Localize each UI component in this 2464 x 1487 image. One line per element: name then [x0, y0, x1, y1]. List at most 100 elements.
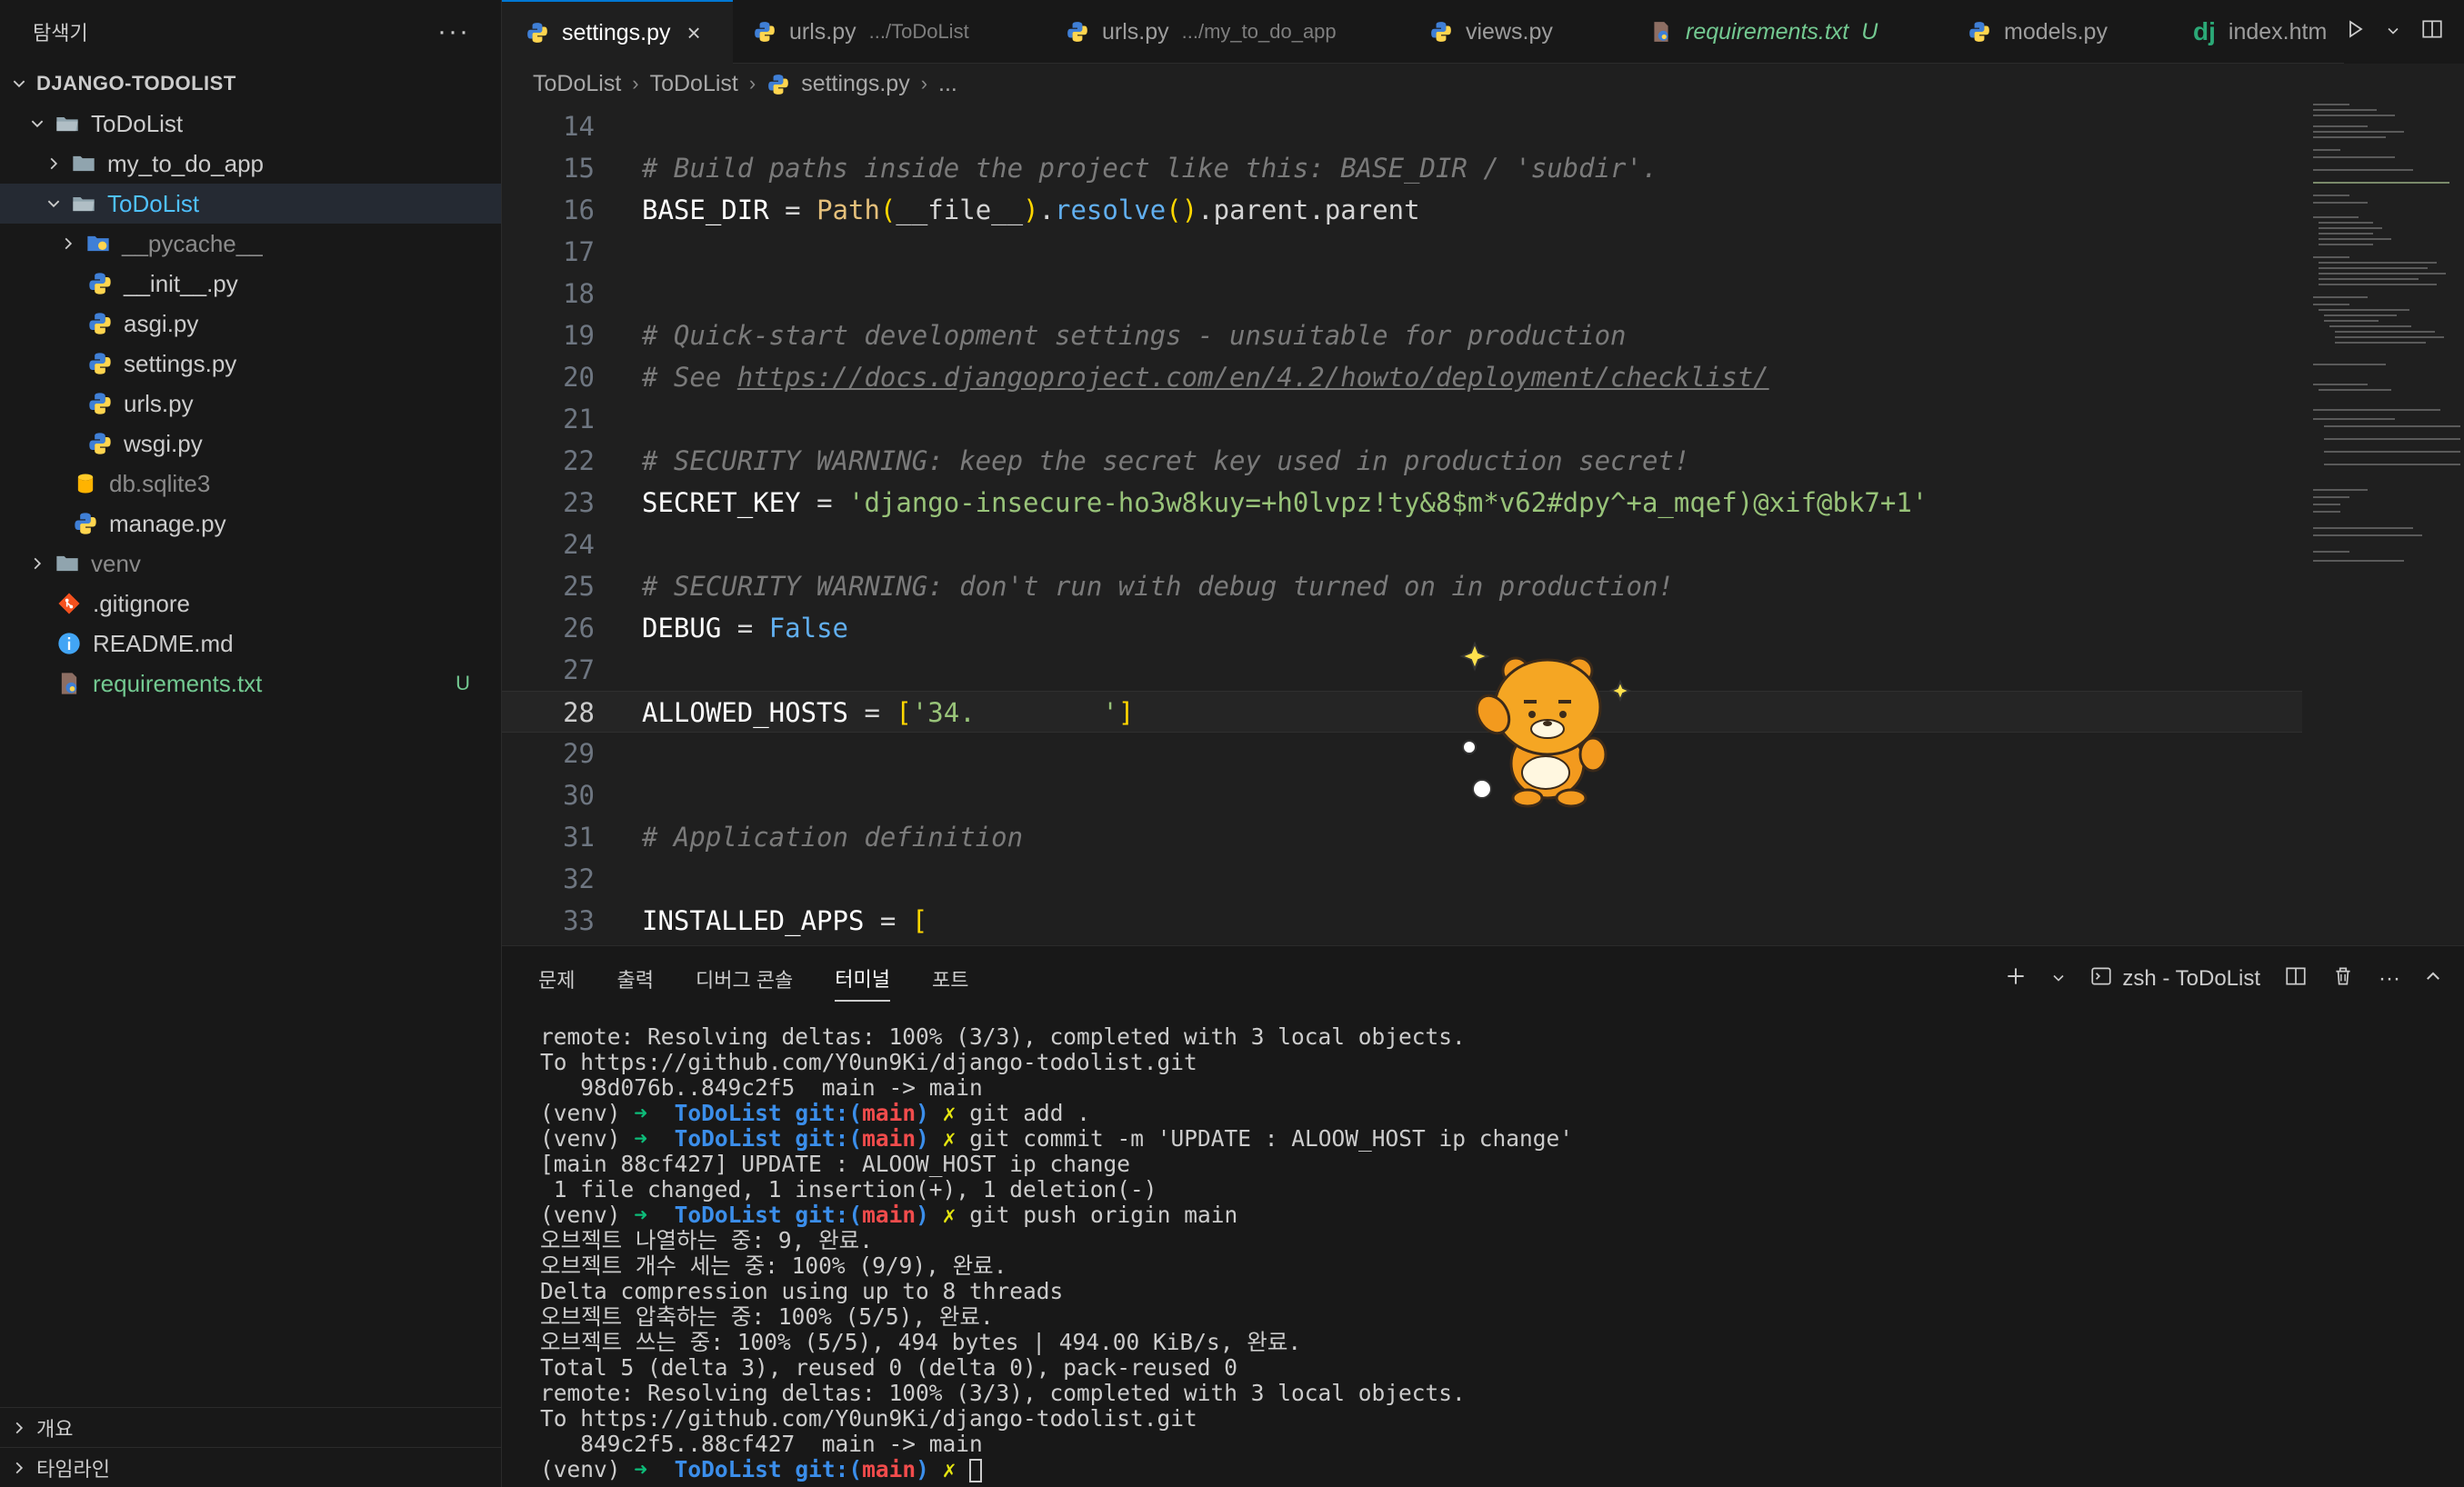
code-attribute: parent.parent — [1213, 195, 1420, 225]
chevron-down-icon — [44, 194, 64, 214]
code-text: DEBUG = False — [642, 607, 848, 649]
tab-index-htm[interactable]: dj index.htm — [2193, 0, 2327, 64]
prompt-git: git:( — [795, 1202, 863, 1228]
tab-debug-console[interactable]: 디버그 콘솔 — [696, 957, 793, 1001]
tree-file-manage-py[interactable]: manage.py — [0, 504, 501, 544]
tree-item-label: .gitignore — [93, 589, 190, 617]
tab-label: views.py — [1466, 18, 1553, 45]
terminal-line: [main 88cf427] UPDATE : ALOOW_HOST ip ch… — [540, 1151, 1131, 1177]
chevron-down-icon[interactable] — [2386, 19, 2400, 45]
tab-urls-py-app[interactable]: urls.py .../my_to_do_app — [1066, 0, 1337, 64]
new-terminal-icon[interactable] — [2004, 964, 2028, 994]
breadcrumb-item[interactable]: settings.py — [801, 71, 910, 97]
breadcrumb-item[interactable]: ToDoList — [650, 71, 738, 97]
chevron-down-icon[interactable] — [2051, 966, 2066, 992]
python-file-icon — [1066, 20, 1089, 44]
explorer-more-button[interactable]: ··· — [437, 16, 470, 47]
prompt-arrow: ➜ — [634, 1456, 648, 1482]
code-bracket: ] — [1117, 697, 1135, 728]
tree-file-asgi-py[interactable]: asgi.py — [0, 304, 501, 344]
prompt-command: git commit -m 'UPDATE : ALOOW_HOST ip ch… — [969, 1125, 1573, 1152]
tab-settings-py[interactable]: settings.py × — [502, 0, 733, 64]
timeline-section[interactable]: 타임라인 — [0, 1447, 502, 1487]
terminal-selector[interactable]: zsh - ToDoList — [2089, 964, 2260, 994]
breadcrumb-item[interactable]: ... — [938, 71, 957, 97]
tree-folder-todolist-inner[interactable]: ToDoList — [0, 184, 501, 224]
untracked-badge: U — [1861, 18, 1878, 45]
tab-ports[interactable]: 포트 — [932, 957, 968, 1001]
terminal-prompt-line: (venv) ➜ ToDoList git:(main) ✗ git push … — [540, 1203, 2449, 1228]
tree-item-label: my_to_do_app — [107, 149, 265, 177]
more-actions-button[interactable]: ··· — [2379, 966, 2400, 992]
breadcrumb-item[interactable]: ToDoList — [533, 71, 621, 97]
tree-item-label: requirements.txt — [93, 669, 263, 697]
tree-item-label: urls.py — [124, 389, 194, 417]
tab-models-py[interactable]: models.py — [1968, 0, 2108, 64]
line-number: 24 — [563, 529, 595, 560]
tree-file-wsgi-py[interactable]: wsgi.py — [0, 424, 501, 464]
terminal-icon — [2089, 964, 2113, 994]
tab-views-py[interactable]: views.py — [1429, 0, 1553, 64]
code-class: Path — [816, 195, 880, 225]
line-number: 16 — [563, 195, 595, 225]
tree-file-init-py[interactable]: __init__.py — [0, 264, 501, 304]
code-bracket: [ — [896, 697, 912, 728]
bottom-panel: 문제 출력 디버그 콘솔 터미널 포트 zsh - ToDoList ··· r… — [502, 945, 2464, 1487]
prompt-dirty: ✗ — [942, 1100, 957, 1126]
code-boolean: False — [768, 613, 849, 644]
tab-problems[interactable]: 문제 — [538, 957, 575, 1001]
code-comment: # Build paths inside the project like th… — [642, 153, 1658, 184]
tree-file-requirements[interactable]: requirements.txt U — [0, 664, 501, 704]
tree-item-label: __pycache__ — [122, 229, 263, 257]
code-comment: # See https://docs.djangoproject.com/en/… — [642, 356, 1769, 398]
tab-close-icon[interactable]: × — [687, 19, 701, 47]
code-line: 19 # Quick-start development settings - u… — [502, 314, 2302, 356]
code-text: SECRET_KEY = 'django-insecure-ho3w8kuy=+… — [642, 482, 1928, 524]
tree-file-gitignore[interactable]: .gitignore — [0, 584, 501, 624]
maximize-panel-icon[interactable] — [2424, 966, 2442, 992]
explorer-header: 탐색기 ··· — [0, 0, 501, 64]
tree-root-django-todolist[interactable]: DJANGO-TODOLIST — [0, 64, 501, 104]
code-text: INSTALLED_APPS = [ — [642, 900, 927, 942]
terminal-line: To https://github.com/Y0un9Ki/django-tod… — [540, 1405, 1197, 1432]
code-argument: __file__ — [896, 195, 1024, 225]
line-number: 32 — [563, 863, 595, 894]
prompt-venv: (venv) — [540, 1456, 621, 1482]
trash-icon[interactable] — [2331, 964, 2355, 994]
timeline-label: 타임라인 — [36, 1457, 110, 1481]
tab-requirements-txt[interactable]: requirements.txt U — [1649, 0, 1878, 64]
outline-section[interactable]: 개요 — [0, 1407, 502, 1447]
tree-folder-venv[interactable]: venv — [0, 544, 501, 584]
tree-file-db-sqlite3[interactable]: db.sqlite3 — [0, 464, 501, 504]
tree-file-readme[interactable]: README.md — [0, 624, 501, 664]
prompt-dirty: ✗ — [942, 1202, 957, 1228]
line-number: 17 — [563, 236, 595, 267]
line-number: 25 — [563, 571, 595, 602]
terminal-line: 오브젝트 압축하는 중: 100% (5/5), 완료. — [540, 1303, 994, 1330]
split-terminal-icon[interactable] — [2284, 964, 2308, 994]
tree-folder-todolist[interactable]: ToDoList — [0, 104, 501, 144]
line-number: 22 — [563, 445, 595, 476]
code-link[interactable]: https://docs.djangoproject.com/en/4.2/ho… — [737, 362, 1769, 393]
untracked-badge: U — [456, 672, 470, 694]
tab-urls-py-todolist[interactable]: urls.py .../ToDoList — [753, 0, 969, 64]
tree-file-settings-py[interactable]: settings.py — [0, 344, 501, 384]
split-editor-icon[interactable] — [2420, 17, 2444, 47]
tree-file-urls-py[interactable]: urls.py — [0, 384, 501, 424]
tab-output[interactable]: 출력 — [616, 957, 653, 1001]
code-line: 18 — [502, 273, 2302, 314]
git-icon — [56, 591, 82, 616]
tab-terminal[interactable]: 터미널 — [835, 956, 891, 1002]
tree-folder-my-to-do-app[interactable]: my_to_do_app — [0, 144, 501, 184]
line-number: 18 — [563, 278, 595, 309]
code-comment-prefix: # See — [642, 362, 737, 393]
prompt-git: git:( — [795, 1456, 863, 1482]
minimap[interactable] — [2309, 100, 2464, 573]
folder-icon — [55, 551, 80, 576]
run-icon[interactable] — [2344, 18, 2366, 46]
tree-folder-pycache[interactable]: __pycache__ — [0, 224, 501, 264]
terminal-output[interactable]: remote: Resolving deltas: 100% (3/3), co… — [540, 1024, 2449, 1482]
code-editor[interactable]: 14 15 # Build paths inside the project li… — [502, 105, 2302, 942]
chevron-right-icon: › — [748, 72, 756, 95]
prompt-branch: main — [862, 1100, 916, 1126]
